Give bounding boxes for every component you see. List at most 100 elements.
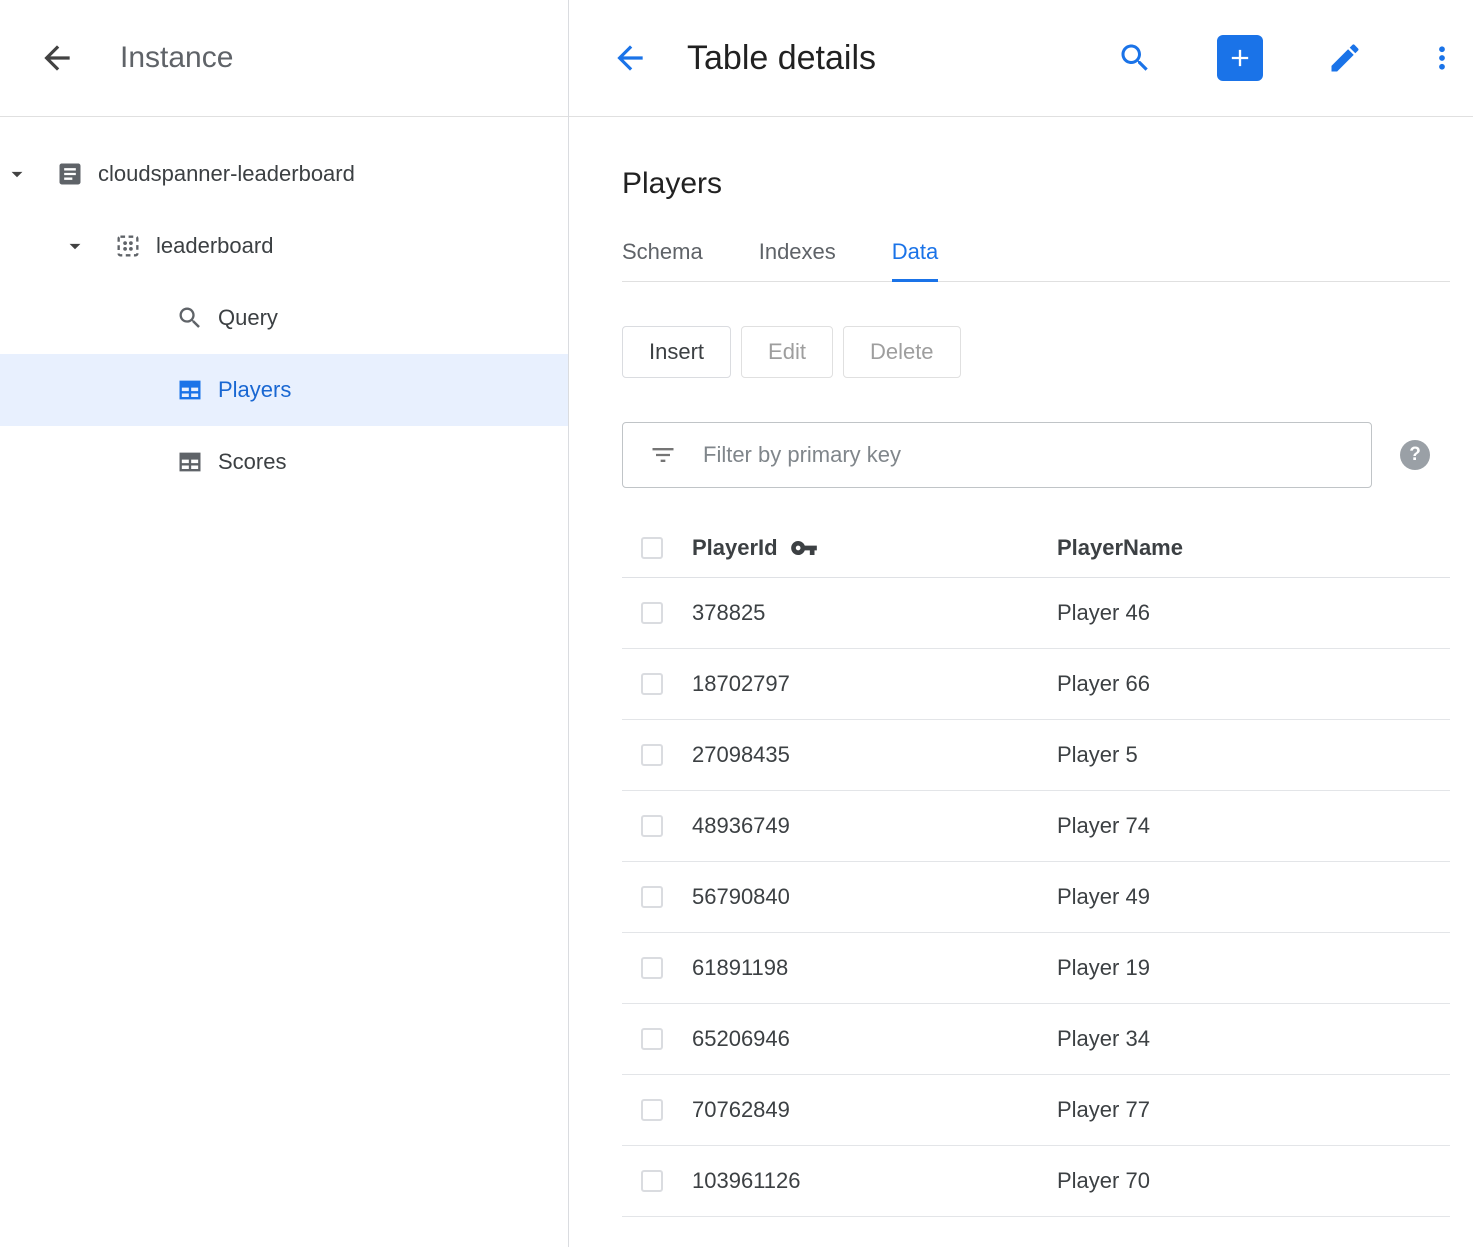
row-checkbox[interactable]: [641, 1170, 663, 1192]
player-id-cell: 27098435: [692, 742, 1057, 768]
player-id-cell: 18702797: [692, 671, 1057, 697]
database-icon: [114, 232, 142, 260]
tab-schema[interactable]: Schema: [622, 239, 703, 281]
player-id-cell: 48936749: [692, 813, 1057, 839]
row-checkbox-cell: [622, 602, 692, 624]
table-row[interactable]: 65206946 Player 34: [622, 1004, 1450, 1075]
instance-icon: [56, 160, 84, 188]
tab-indexes[interactable]: Indexes: [759, 239, 836, 281]
sidebar-item-scores[interactable]: Scores: [0, 426, 568, 498]
row-checkbox-cell: [622, 1028, 692, 1050]
filter-input[interactable]: [703, 442, 1351, 468]
sidebar-item-query[interactable]: Query: [0, 282, 568, 354]
row-checkbox[interactable]: [641, 1099, 663, 1121]
player-name-cell: Player 5: [1057, 742, 1450, 768]
back-arrow-icon[interactable]: [611, 39, 649, 77]
row-checkbox[interactable]: [641, 1028, 663, 1050]
sidebar-item-scores-label: Scores: [218, 449, 286, 475]
main-header: Table details: [569, 0, 1473, 117]
player-id-cell: 65206946: [692, 1026, 1057, 1052]
row-checkbox[interactable]: [641, 673, 663, 695]
sidebar-header: Instance: [0, 0, 568, 117]
sidebar-item-players-label: Players: [218, 377, 291, 403]
page-header-title: Table details: [687, 39, 876, 78]
header-checkbox-cell: [622, 537, 692, 559]
navigation-tree: cloudspanner-leaderboard leaderboard: [0, 117, 568, 498]
table-row[interactable]: 61891198 Player 19: [622, 933, 1450, 1004]
player-id-cell: 70762849: [692, 1097, 1057, 1123]
row-checkbox-cell: [622, 886, 692, 908]
row-checkbox[interactable]: [641, 957, 663, 979]
player-name-cell: Player 34: [1057, 1026, 1450, 1052]
table-row[interactable]: 56790840 Player 49: [622, 862, 1450, 933]
help-icon[interactable]: ?: [1400, 440, 1430, 470]
table-header-row: PlayerId PlayerName: [622, 518, 1450, 578]
back-arrow-icon[interactable]: [38, 39, 76, 77]
table-row[interactable]: 103961126 Player 70: [622, 1146, 1450, 1217]
column-header-playername: PlayerName: [1057, 535, 1450, 561]
column-header-playerid-label: PlayerId: [692, 535, 778, 561]
column-header-playerid: PlayerId: [692, 534, 1057, 562]
player-id-cell: 56790840: [692, 884, 1057, 910]
table-row[interactable]: 48936749 Player 74: [622, 791, 1450, 862]
table-row[interactable]: 70762849 Player 77: [622, 1075, 1450, 1146]
player-name-cell: Player 19: [1057, 955, 1450, 981]
expand-arrow-icon[interactable]: [4, 161, 30, 187]
sidebar: Instance cloudspanner-leaderboard: [0, 0, 569, 1247]
app: Instance cloudspanner-leaderboard: [0, 0, 1473, 1247]
tab-data[interactable]: Data: [892, 239, 938, 281]
database-label: leaderboard: [156, 233, 273, 259]
players-table: PlayerId PlayerName 37882: [622, 518, 1450, 1217]
tab-bar: Schema Indexes Data: [622, 239, 1450, 282]
row-checkbox[interactable]: [641, 886, 663, 908]
player-name-cell: Player 74: [1057, 813, 1450, 839]
player-id-cell: 61891198: [692, 955, 1057, 981]
player-name-cell: Player 66: [1057, 671, 1450, 697]
expand-arrow-icon[interactable]: [62, 233, 88, 259]
player-name-cell: Player 77: [1057, 1097, 1450, 1123]
tree-item-database[interactable]: leaderboard: [0, 210, 568, 282]
instance-label: cloudspanner-leaderboard: [98, 161, 355, 187]
row-checkbox-cell: [622, 957, 692, 979]
player-name-cell: Player 70: [1057, 1168, 1450, 1194]
delete-button[interactable]: Delete: [843, 326, 961, 378]
main-panel: Table details Players: [569, 0, 1473, 1247]
table-row[interactable]: 378825 Player 46: [622, 578, 1450, 649]
row-checkbox-cell: [622, 1099, 692, 1121]
row-checkbox-cell: [622, 815, 692, 837]
row-checkbox-cell: [622, 744, 692, 766]
row-checkbox-cell: [622, 1170, 692, 1192]
content-area: Players Schema Indexes Data Insert Edit …: [569, 117, 1473, 1217]
search-icon[interactable]: [1117, 40, 1153, 76]
row-checkbox[interactable]: [641, 602, 663, 624]
row-checkbox[interactable]: [641, 815, 663, 837]
row-checkbox-cell: [622, 673, 692, 695]
more-options-icon[interactable]: [1427, 40, 1457, 76]
table-icon: [176, 448, 204, 476]
edit-pencil-icon[interactable]: [1327, 40, 1363, 76]
insert-button[interactable]: Insert: [622, 326, 731, 378]
table-row[interactable]: 27098435 Player 5: [622, 720, 1450, 791]
edit-button[interactable]: Edit: [741, 326, 833, 378]
add-button[interactable]: [1217, 35, 1263, 81]
search-icon: [176, 304, 204, 332]
player-id-cell: 103961126: [692, 1168, 1057, 1194]
player-name-cell: Player 46: [1057, 600, 1450, 626]
filter-icon: [649, 441, 677, 469]
table-icon: [176, 376, 204, 404]
tree-item-instance[interactable]: cloudspanner-leaderboard: [0, 138, 568, 210]
sidebar-item-query-label: Query: [218, 305, 278, 331]
primary-key-icon: [790, 534, 818, 562]
filter-box: [622, 422, 1372, 488]
page-title: Players: [622, 167, 1450, 201]
header-actions: [1117, 35, 1457, 81]
sidebar-title: Instance: [120, 41, 233, 75]
player-id-cell: 378825: [692, 600, 1057, 626]
plus-icon: [1226, 44, 1254, 72]
player-name-cell: Player 49: [1057, 884, 1450, 910]
table-row[interactable]: 18702797 Player 66: [622, 649, 1450, 720]
sidebar-item-players[interactable]: Players: [0, 354, 568, 426]
row-checkbox[interactable]: [641, 744, 663, 766]
filter-row: ?: [622, 422, 1450, 488]
select-all-checkbox[interactable]: [641, 537, 663, 559]
